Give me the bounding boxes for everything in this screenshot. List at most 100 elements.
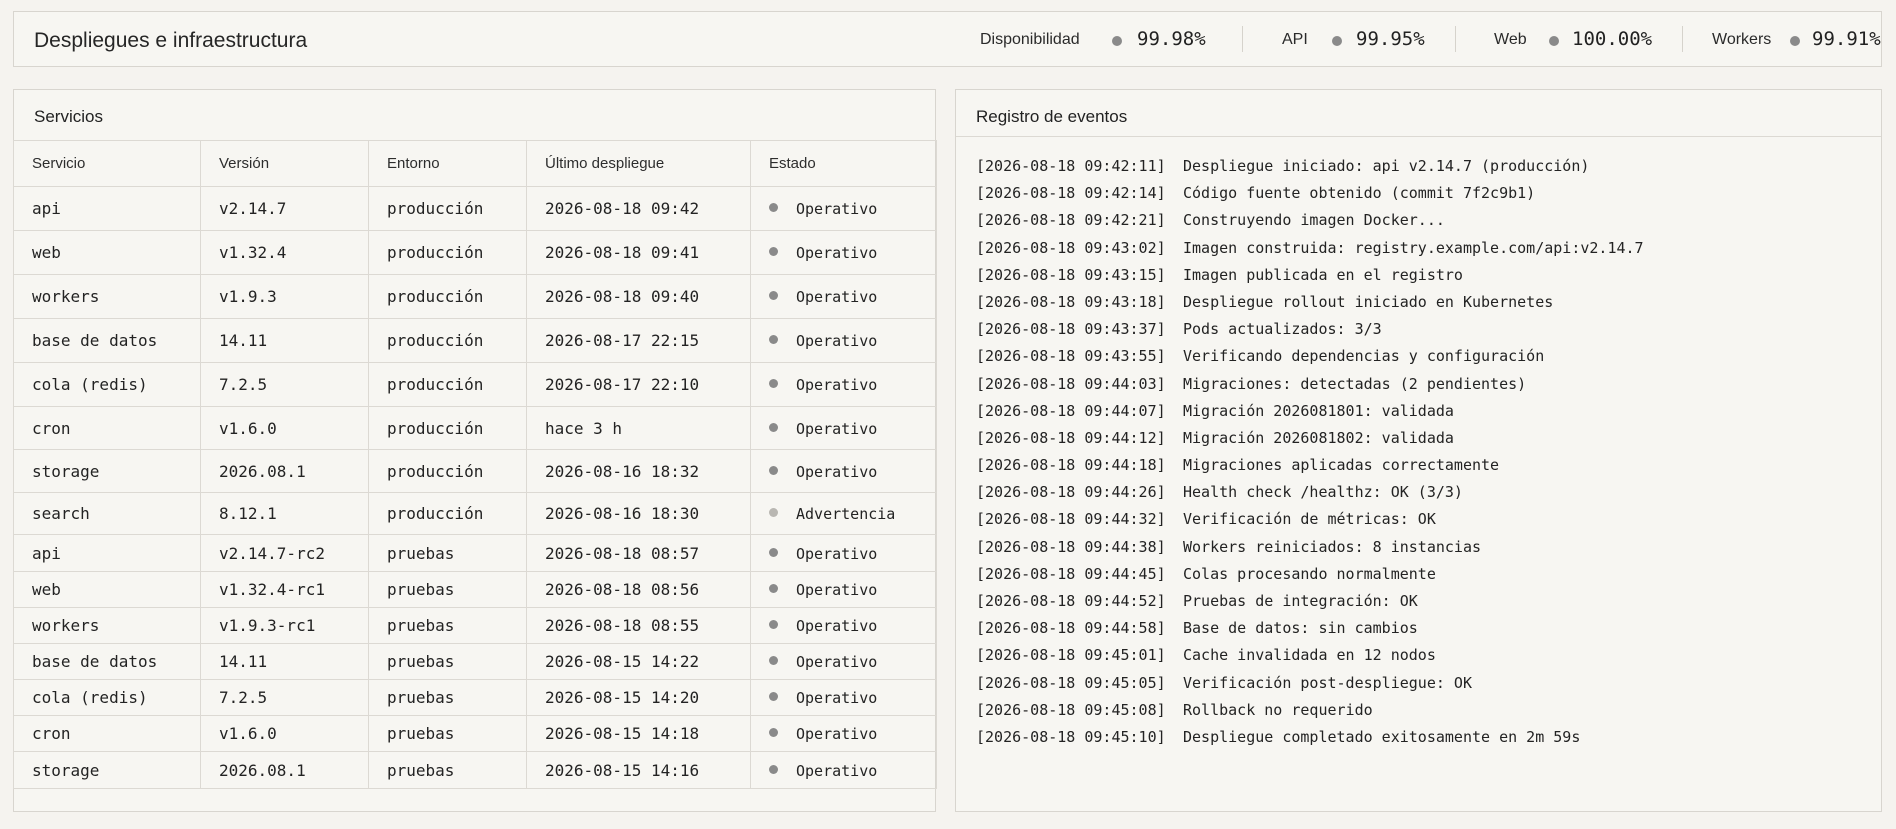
service-cell: web [13,571,201,608]
column-header-estado[interactable]: Estado [750,140,937,187]
log-entry: [2026-08-18 09:43:15] Imagen publicada en… [976,262,1644,289]
column-header-ultimo-despliegue[interactable]: Último despliegue [526,140,751,187]
services-title: Servicios [34,107,103,126]
log-message: Imagen publicada en el registro [1183,265,1463,284]
log-entry: [2026-08-18 09:42:14] Código fuente obten… [976,180,1644,207]
log-message: Imagen construida: registry.example.com/… [1183,238,1644,257]
services-table: Servicio Versión Entorno Último desplieg… [13,140,937,789]
table-row[interactable]: base de datos 14.11 pruebas 2026-08-15 14:2… [13,643,937,680]
log-timestamp: [2026-08-18 09:44:45] [976,564,1166,583]
log-timestamp: [2026-08-18 09:45:01] [976,646,1166,665]
version-cell: v2.14.7-rc2 [200,534,369,572]
environment-cell: producción [368,186,527,231]
last-deploy-cell: 2026-08-16 18:30 [526,492,751,535]
status-dot-icon [769,465,778,475]
divider [956,136,1881,137]
column-header-version[interactable]: Versión [200,140,369,187]
last-deploy-cell: 2026-08-17 22:10 [526,362,751,407]
metric-label-api: API [1282,31,1308,48]
header-bar: Despliegues e infraestructura Disponibil… [13,11,1882,67]
log-timestamp: [2026-08-18 09:42:14] [976,184,1166,203]
column-header-entorno[interactable]: Entorno [368,140,527,187]
table-row[interactable]: workers v1.9.3-rc1 pruebas 2026-08-18 08:55… [13,607,937,644]
log-message: Pods actualizados: 3/3 [1183,320,1382,339]
log-entry: [2026-08-18 09:44:52] Pruebas de integrac… [976,588,1644,615]
log-message: Rollback no requerido [1183,700,1373,719]
log-timestamp: [2026-08-18 09:42:21] [976,211,1166,230]
service-cell: base de datos [13,643,201,680]
metric-value-disponibilidad: 99.98% [1137,28,1206,50]
status-label: Operativo [796,689,878,707]
service-cell: workers [13,607,201,644]
service-cell: api [13,534,201,572]
environment-cell: producción [368,318,527,363]
status-dot-icon [769,584,778,593]
status-cell: Operativo [750,607,937,644]
service-cell: workers [13,274,201,319]
service-cell: cola (redis) [13,679,201,716]
log-timestamp: [2026-08-18 09:43:37] [976,320,1166,339]
table-row[interactable]: web v1.32.4-rc1 pruebas 2026-08-18 08:56 Ope… [13,571,937,608]
version-cell: 14.11 [200,643,369,680]
version-cell: 7.2.5 [200,362,369,407]
last-deploy-cell: 2026-08-17 22:15 [526,318,751,363]
log-entry: [2026-08-18 09:44:03] Migraciones: detect… [976,371,1644,398]
column-header-servicio[interactable]: Servicio [13,140,201,187]
status-cell: Operativo [750,274,937,319]
metric-label-web: Web [1494,31,1527,48]
log-message: Despliegue rollout iniciado en Kubernete… [1183,292,1554,311]
last-deploy-cell: 2026-08-18 09:42 [526,186,751,231]
log-message: Verificación post-despliegue: OK [1183,673,1472,692]
table-row[interactable]: storage 2026.08.1 producción 2026-08-16 18:… [13,449,937,493]
status-label: Operativo [796,725,878,743]
events-panel: Registro de eventos [2026-08-18 09:42:11… [955,89,1882,812]
table-row[interactable]: api v2.14.7-rc2 pruebas 2026-08-18 08:57 Ope… [13,534,937,572]
table-header-row: Servicio Versión Entorno Último desplieg… [13,140,937,187]
environment-cell: producción [368,449,527,493]
service-cell: cron [13,715,201,752]
last-deploy-cell: 2026-08-18 08:56 [526,571,751,608]
log-timestamp: [2026-08-18 09:43:55] [976,347,1166,366]
log-message: Despliegue iniciado: api v2.14.7 (produc… [1183,157,1590,175]
status-label: Operativo [796,376,878,394]
status-dot-icon [769,379,778,388]
log-entry: [2026-08-18 09:43:18] Despliegue rollout … [976,289,1644,316]
version-cell: v1.6.0 [200,406,369,450]
status-label: Operativo [796,332,878,350]
table-row[interactable]: search 8.12.1 producción 2026-08-16 18:30 Ad… [13,492,937,535]
status-cell: Operativo [750,406,937,450]
metric-divider [1455,26,1456,52]
last-deploy-cell: 2026-08-18 08:55 [526,607,751,644]
table-row[interactable]: web v1.32.4 producción 2026-08-18 09:41 Oper… [13,230,937,275]
log-entry: [2026-08-18 09:42:21] Construyendo imagen… [976,207,1644,234]
service-cell: web [13,230,201,275]
version-cell: v1.32.4 [200,230,369,275]
table-row[interactable]: api v2.14.7 producción 2026-08-18 09:42 Oper… [13,186,937,231]
version-cell: 2026.08.1 [200,751,369,789]
log-entry: [2026-08-18 09:44:32] Verificación de mét… [976,506,1644,533]
table-row[interactable]: workers v1.9.3 producción 2026-08-18 09:40 O… [13,274,937,319]
environment-cell: pruebas [368,643,527,680]
environment-cell: producción [368,230,527,275]
table-row[interactable]: cron v1.6.0 pruebas 2026-08-15 14:18 Operati… [13,715,937,752]
version-cell: 8.12.1 [200,492,369,535]
log-entry: [2026-08-18 09:44:45] Colas procesando no… [976,561,1644,588]
log-message: Migraciones: detectadas (2 pendientes) [1183,374,1527,393]
service-cell: base de datos [13,318,201,363]
log-message: Workers reiniciados: 8 instancias [1183,537,1482,556]
log-message: Migraciones aplicadas correctamente [1183,456,1500,475]
status-dot-icon [769,422,778,432]
environment-cell: producción [368,362,527,407]
table-row[interactable]: storage 2026.08.1 pruebas 2026-08-15 14:16 O… [13,751,937,789]
log-timestamp: [2026-08-18 09:44:52] [976,592,1166,610]
service-cell: storage [13,449,201,493]
table-row[interactable]: cola (redis) 7.2.5 pruebas 2026-08-15 14:20… [13,679,937,716]
table-row[interactable]: cola (redis) 7.2.5 producción 2026-08-17 22… [13,362,937,407]
last-deploy-cell: 2026-08-15 14:18 [526,715,751,752]
log-timestamp: [2026-08-18 09:43:15] [976,265,1166,284]
table-row[interactable]: base de datos 14.11 producción 2026-08-17 2… [13,318,937,363]
last-deploy-cell: 2026-08-18 09:41 [526,230,751,275]
log-message: Pruebas de integración: OK [1183,592,1418,610]
table-row[interactable]: cron v1.6.0 producción hace 3 h Operativo [13,406,937,450]
environment-cell: producción [368,274,527,319]
